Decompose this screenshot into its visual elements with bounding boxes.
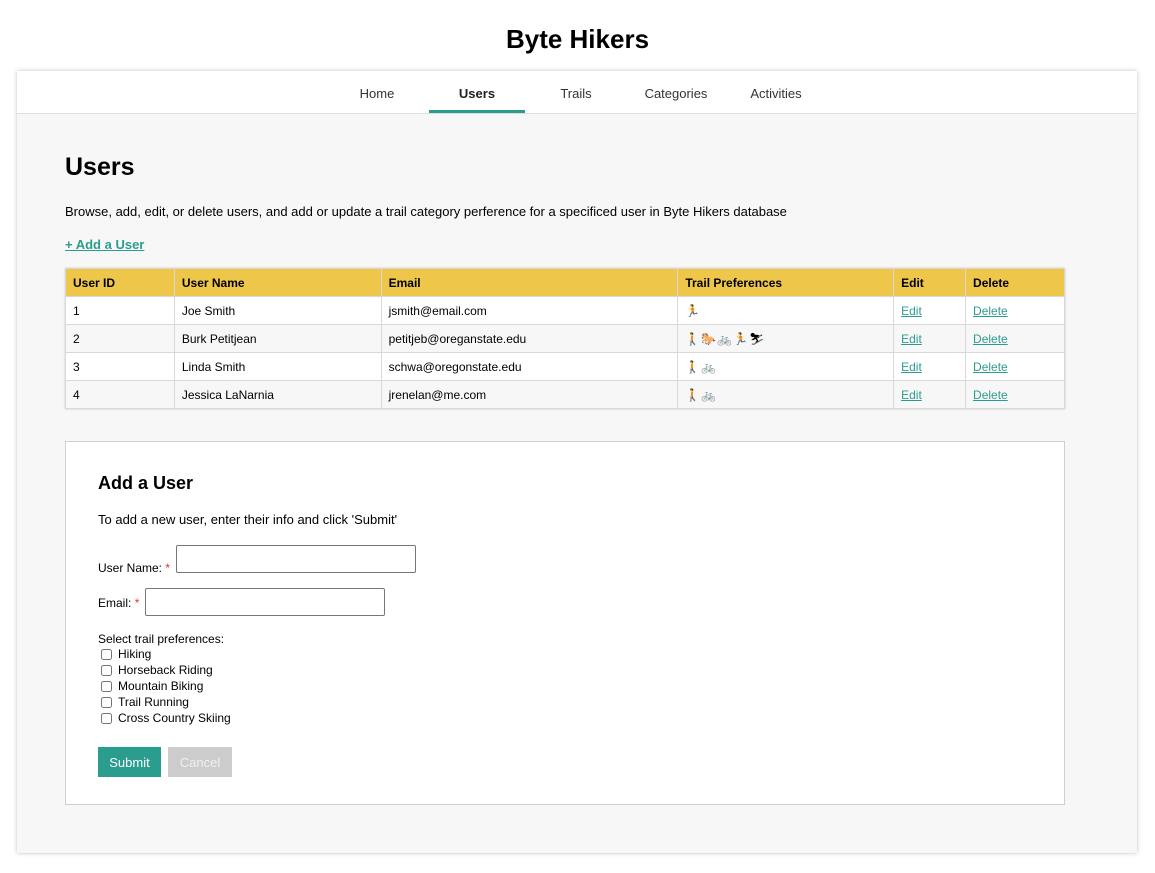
mountain-biking-checkbox[interactable] bbox=[101, 680, 112, 692]
delete-link[interactable]: Delete bbox=[973, 360, 1008, 374]
cell-user-id: 1 bbox=[65, 296, 175, 325]
edit-link[interactable]: Edit bbox=[901, 332, 922, 346]
cross-country-skiing-checkbox[interactable] bbox=[101, 712, 112, 724]
cancel-button[interactable]: Cancel bbox=[168, 747, 232, 777]
users-table: User ID User Name Email Trail Preference… bbox=[65, 268, 1065, 409]
delete-link[interactable]: Delete bbox=[973, 304, 1008, 318]
table-row: 4 Jessica LaNarnia jrenelan@me.com 🚶🚲 Ed… bbox=[65, 380, 1065, 409]
checkbox-label: Horseback Riding bbox=[118, 663, 213, 677]
preference-horseback-riding[interactable]: Horseback Riding bbox=[98, 662, 213, 678]
add-user-form: Add a User To add a new user, enter thei… bbox=[65, 441, 1065, 805]
cell-trail-preference-icons: 🏃 bbox=[677, 296, 895, 325]
checkbox-label: Mountain Biking bbox=[118, 679, 204, 693]
required-asterisk: * bbox=[134, 596, 140, 610]
preference-cross-country-skiing[interactable]: Cross Country Skiing bbox=[98, 710, 231, 726]
trail-preferences-label: Select trail preferences: bbox=[98, 632, 225, 646]
email-input[interactable] bbox=[145, 588, 385, 616]
column-header-user-id: User ID bbox=[65, 268, 175, 297]
edit-link[interactable]: Edit bbox=[901, 304, 922, 318]
column-header-delete: Delete bbox=[965, 268, 1065, 297]
submit-button[interactable]: Submit bbox=[98, 747, 161, 777]
cell-email: petitjeb@oreganstate.edu bbox=[380, 324, 679, 353]
nav-tab-trails[interactable]: Trails bbox=[543, 71, 609, 113]
cell-email: jsmith@email.com bbox=[380, 296, 679, 325]
add-user-link[interactable]: + Add a User bbox=[65, 237, 144, 252]
checkbox-label: Hiking bbox=[118, 647, 152, 661]
delete-link[interactable]: Delete bbox=[973, 332, 1008, 346]
hiking-checkbox[interactable] bbox=[101, 648, 112, 660]
preference-trail-running[interactable]: Trail Running bbox=[98, 694, 189, 710]
column-header-trail-preferences: Trail Preferences bbox=[677, 268, 895, 297]
delete-link[interactable]: Delete bbox=[973, 388, 1008, 402]
column-header-email: Email bbox=[380, 268, 679, 297]
cell-trail-preference-icons: 🚶🐎🚲🏃⛷ bbox=[677, 324, 895, 353]
page-title: Users bbox=[65, 153, 135, 181]
column-header-user-name: User Name bbox=[173, 268, 382, 297]
preference-hiking[interactable]: Hiking bbox=[98, 646, 151, 662]
cell-email: schwa@oregonstate.edu bbox=[380, 352, 679, 381]
app-frame: Home Users Trails Categories Activities … bbox=[17, 71, 1137, 853]
table-row: 1 Joe Smith jsmith@email.com 🏃 Edit Dele… bbox=[65, 296, 1065, 325]
horseback-riding-checkbox[interactable] bbox=[101, 664, 112, 676]
checkbox-label: Trail Running bbox=[118, 695, 189, 709]
user-name-input[interactable] bbox=[176, 545, 416, 573]
nav-tab-activities[interactable]: Activities bbox=[737, 71, 815, 113]
cell-trail-preference-icons: 🚶🚲 bbox=[677, 380, 895, 409]
email-label: Email: * bbox=[98, 596, 139, 610]
nav-tab-categories[interactable]: Categories bbox=[633, 71, 719, 113]
cell-user-name: Jessica LaNarnia bbox=[173, 380, 382, 409]
cell-user-name: Burk Petitjean bbox=[173, 324, 382, 353]
site-title: Byte Hikers bbox=[505, 24, 650, 54]
cell-user-name: Joe Smith bbox=[173, 296, 382, 325]
table-header-row: User ID User Name Email Trail Preference… bbox=[65, 268, 1065, 297]
cell-user-id: 3 bbox=[65, 352, 175, 381]
nav-tab-home[interactable]: Home bbox=[343, 71, 411, 113]
nav-bar: Home Users Trails Categories Activities bbox=[17, 71, 1137, 114]
user-name-label: User Name: * bbox=[98, 561, 170, 575]
cell-user-name: Linda Smith bbox=[173, 352, 382, 381]
cell-email: jrenelan@me.com bbox=[380, 380, 679, 409]
trail-running-checkbox[interactable] bbox=[101, 696, 112, 708]
edit-link[interactable]: Edit bbox=[901, 388, 922, 402]
cell-user-id: 4 bbox=[65, 380, 175, 409]
page-description: Browse, add, edit, or delete users, and … bbox=[65, 204, 787, 219]
form-description: To add a new user, enter their info and … bbox=[98, 512, 398, 527]
nav-tab-users[interactable]: Users bbox=[429, 71, 525, 113]
table-row: 3 Linda Smith schwa@oregonstate.edu 🚶🚲 E… bbox=[65, 352, 1065, 381]
required-asterisk: * bbox=[165, 561, 171, 575]
user-name-label-text: User Name: bbox=[98, 561, 163, 575]
edit-link[interactable]: Edit bbox=[901, 360, 922, 374]
column-header-edit: Edit bbox=[893, 268, 967, 297]
preference-mountain-biking[interactable]: Mountain Biking bbox=[98, 678, 203, 694]
form-title: Add a User bbox=[98, 473, 194, 493]
cell-user-id: 2 bbox=[65, 324, 175, 353]
cell-trail-preference-icons: 🚶🚲 bbox=[677, 352, 895, 381]
email-label-text: Email: bbox=[98, 596, 132, 610]
checkbox-label: Cross Country Skiing bbox=[118, 711, 231, 725]
table-row: 2 Burk Petitjean petitjeb@oreganstate.ed… bbox=[65, 324, 1065, 353]
